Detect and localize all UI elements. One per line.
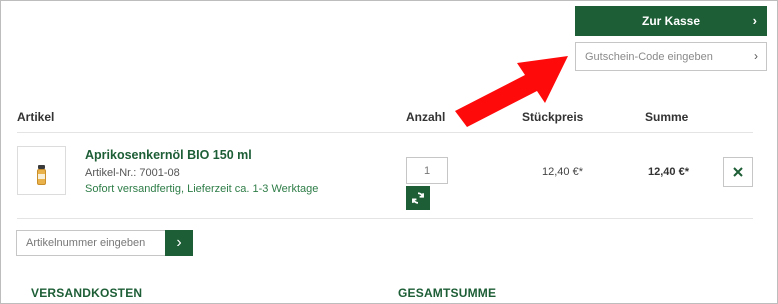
header-summe: Summe: [645, 110, 689, 124]
line-total: 12,40 €*: [648, 166, 689, 178]
delivery-status: Sofort versandfertig, Lieferzeit ca. 1-3…: [85, 183, 319, 195]
chevron-right-icon: ›: [752, 13, 757, 28]
chevron-right-icon: ›: [176, 234, 182, 251]
quantity-input[interactable]: [406, 157, 448, 184]
close-icon: [733, 167, 743, 177]
add-article-button[interactable]: ›: [165, 230, 193, 256]
refresh-icon[interactable]: [406, 186, 430, 210]
divider: [17, 218, 753, 219]
unit-price: 12,40 €*: [542, 166, 583, 178]
article-number-input[interactable]: [16, 230, 165, 256]
checkout-label: Zur Kasse: [641, 14, 701, 28]
header-artikel: Artikel: [17, 110, 55, 124]
chevron-right-icon[interactable]: ›: [754, 49, 758, 63]
remove-item-button[interactable]: [723, 157, 753, 187]
header-anzahl: Anzahl: [406, 110, 446, 124]
header-stueckpreis: Stückpreis: [522, 110, 584, 124]
grand-total-heading: GESAMTSUMME: [398, 286, 497, 300]
product-image[interactable]: [17, 146, 66, 195]
article-number: Artikel-Nr.: 7001-08: [85, 167, 180, 179]
checkout-button[interactable]: Zur Kasse ›: [575, 6, 767, 36]
voucher-field[interactable]: ›: [575, 42, 767, 71]
voucher-input[interactable]: [576, 43, 746, 70]
divider: [17, 132, 753, 133]
product-name-link[interactable]: Aprikosenkernöl BIO 150 ml: [85, 148, 252, 162]
shipping-costs-heading: VERSANDKOSTEN: [31, 286, 143, 300]
